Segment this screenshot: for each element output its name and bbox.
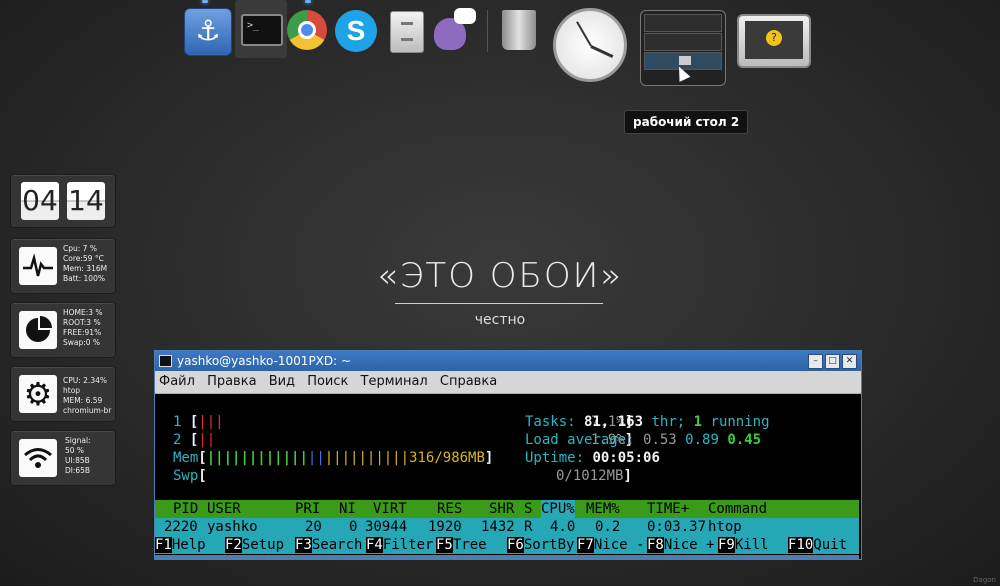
terminal-menubar: Файл Правка Вид Поиск Терминал Справка — [155, 371, 861, 394]
f9-kill[interactable]: F9Kill — [718, 536, 769, 554]
menu-edit[interactable]: Правка — [207, 374, 256, 389]
disk-widget: HOME:3 % ROOT:3 % FREE:91% Swap:0 % — [10, 302, 116, 358]
wallpaper-subtitle: честно — [474, 312, 526, 328]
col-state[interactable]: S — [524, 500, 532, 518]
terminal-icon[interactable] — [235, 0, 287, 58]
col-virt[interactable]: VIRT — [373, 500, 407, 518]
f2-setup[interactable]: F2Setup — [225, 536, 284, 554]
f10-quit[interactable]: F10Quit — [788, 536, 847, 554]
load-average-line: Load average: 0.53 0.89 0.45 — [525, 432, 762, 448]
file-manager-icon[interactable] — [390, 11, 424, 53]
f5-tree[interactable]: F5Tree — [436, 536, 487, 554]
terminal-window[interactable]: yashko@yashko-1001PXD: ~ – □ ✕ Файл Прав… — [154, 350, 862, 560]
f1-help[interactable]: F1Help — [155, 536, 206, 554]
workspace-tooltip: рабочий стол 2 — [624, 110, 749, 134]
clock-minutes: 14 — [67, 182, 105, 220]
col-user[interactable]: USER — [207, 500, 241, 518]
skype-icon[interactable]: S — [335, 10, 377, 52]
menu-file[interactable]: Файл — [159, 374, 195, 389]
close-button[interactable]: ✕ — [842, 354, 857, 369]
menu-view[interactable]: Вид — [269, 374, 295, 389]
terminal-titlebar[interactable]: yashko@yashko-1001PXD: ~ – □ ✕ — [155, 351, 861, 371]
col-res[interactable]: RES — [437, 500, 462, 518]
wallpaper-title: «ЭТО ОБОИ» — [376, 256, 624, 296]
f4-filter[interactable]: F4Filter — [366, 536, 433, 554]
cpu2-meter: 2 [|| — [173, 432, 216, 448]
trash-icon[interactable] — [502, 10, 536, 50]
system-monitor-icon[interactable]: ? — [737, 14, 811, 68]
col-pri[interactable]: PRI — [295, 500, 320, 518]
terminal-scrollbar[interactable] — [155, 555, 859, 559]
tasks-line: Tasks: 81, 163 thr; 1 running — [525, 414, 770, 430]
f6-sortby[interactable]: F6SortBy — [507, 536, 574, 554]
col-ni[interactable]: NI — [339, 500, 356, 518]
clock-icon[interactable] — [553, 8, 627, 82]
maximize-button[interactable]: □ — [825, 354, 840, 369]
process-widget: ⚙ CPU: 2.34% htop MEM: 6.59 chromium-br — [10, 366, 116, 422]
col-shr[interactable]: SHR — [489, 500, 514, 518]
menu-help[interactable]: Справка — [440, 374, 497, 389]
anchor-app-icon[interactable]: ⚓ — [184, 8, 232, 56]
f7-nice-minus[interactable]: F7Nice - — [577, 536, 644, 554]
table-row[interactable]: 2220 yashko 20 0 30944 1920 1432 R 4.0 0… — [155, 518, 859, 536]
menu-terminal[interactable]: Терминал — [361, 374, 428, 389]
col-cpu[interactable]: CPU% — [541, 500, 575, 518]
swap-value: 0/1012MB] — [556, 468, 632, 484]
gear-icon: ⚙ — [19, 375, 57, 413]
process-stats: CPU: 2.34% htop MEM: 6.59 chromium-br — [63, 376, 112, 415]
anchor-icon: ⚓ — [195, 14, 221, 47]
skype-logo: S — [346, 15, 366, 46]
running-indicator — [202, 0, 208, 3]
menu-search[interactable]: Поиск — [307, 374, 348, 389]
chromium-icon[interactable] — [287, 10, 327, 50]
terminal-title: yashko@yashko-1001PXD: ~ — [177, 354, 352, 368]
uptime-line: Uptime: 00:05:06 — [525, 450, 660, 466]
corner-label: Dagon — [973, 576, 996, 584]
process-table-header[interactable]: PID USER PRI NI VIRT RES SHR S CPU% MEM%… — [155, 500, 859, 518]
running-indicator — [305, 0, 311, 3]
col-pid[interactable]: PID — [173, 500, 198, 518]
workspace-1[interactable] — [644, 14, 722, 32]
f3-search[interactable]: F3Search — [295, 536, 362, 554]
mem-meter: Mem[||||||||||||||||||||||||316/986MB] — [173, 450, 494, 466]
cpu1-meter: 1 [||| — [173, 414, 224, 430]
dock-separator — [487, 10, 488, 52]
col-mem[interactable]: MEM% — [586, 500, 620, 518]
wallpaper-divider — [395, 303, 603, 304]
network-stats: Signal: 50 % Ul:85B Dl:65B — [65, 436, 91, 475]
clock-hours: 04 — [21, 182, 59, 220]
htop-output[interactable]: 1 [||| 7.1%] 2 [|| 1.9%] Mem[|||||||||||… — [155, 394, 861, 559]
wifi-icon — [19, 439, 57, 477]
workspace-1b[interactable] — [644, 33, 722, 51]
pidgin-icon[interactable] — [432, 8, 476, 52]
f8-nice-plus[interactable]: F8Nice + — [647, 536, 714, 554]
minimize-button[interactable]: – — [808, 354, 823, 369]
clock-widget: 04 14 — [10, 174, 116, 228]
network-widget: Signal: 50 % Ul:85B Dl:65B — [10, 430, 116, 486]
col-command[interactable]: Command — [708, 500, 767, 518]
col-time[interactable]: TIME+ — [647, 500, 689, 518]
terminal-title-icon — [159, 355, 172, 367]
function-key-bar: F1Help F2Setup F3Search F4Filter F5Tree … — [155, 536, 859, 554]
swap-meter: Swp[ — [173, 468, 207, 484]
